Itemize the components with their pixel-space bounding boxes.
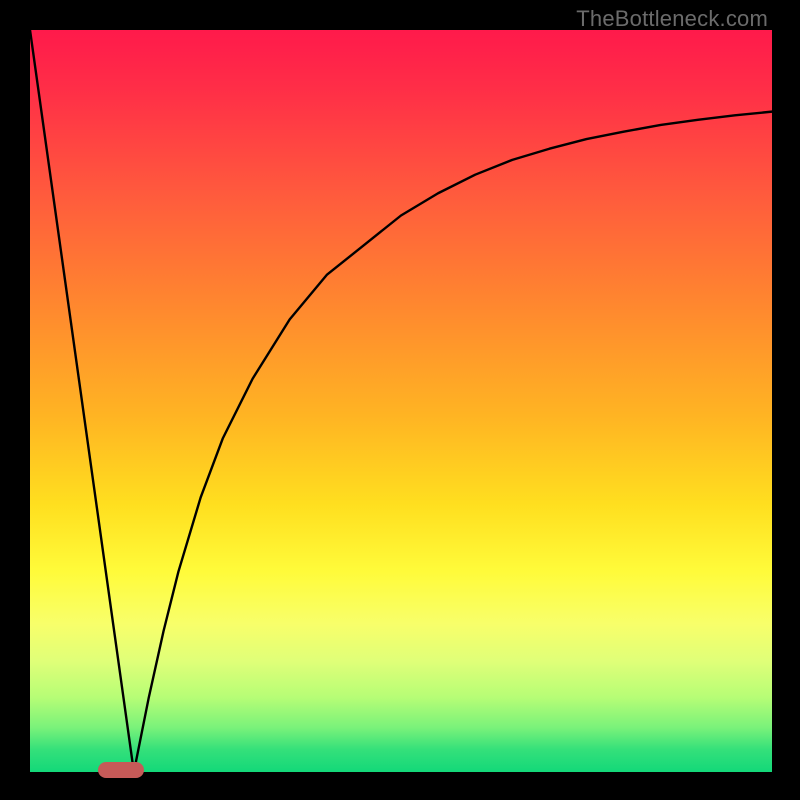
series-left-leg xyxy=(30,30,134,772)
plot-area xyxy=(30,30,772,772)
chart-lines xyxy=(30,30,772,772)
series-right-curve xyxy=(134,112,772,772)
watermark-text: TheBottleneck.com xyxy=(576,6,768,32)
notch-marker xyxy=(98,762,144,778)
chart-frame: TheBottleneck.com xyxy=(0,0,800,800)
